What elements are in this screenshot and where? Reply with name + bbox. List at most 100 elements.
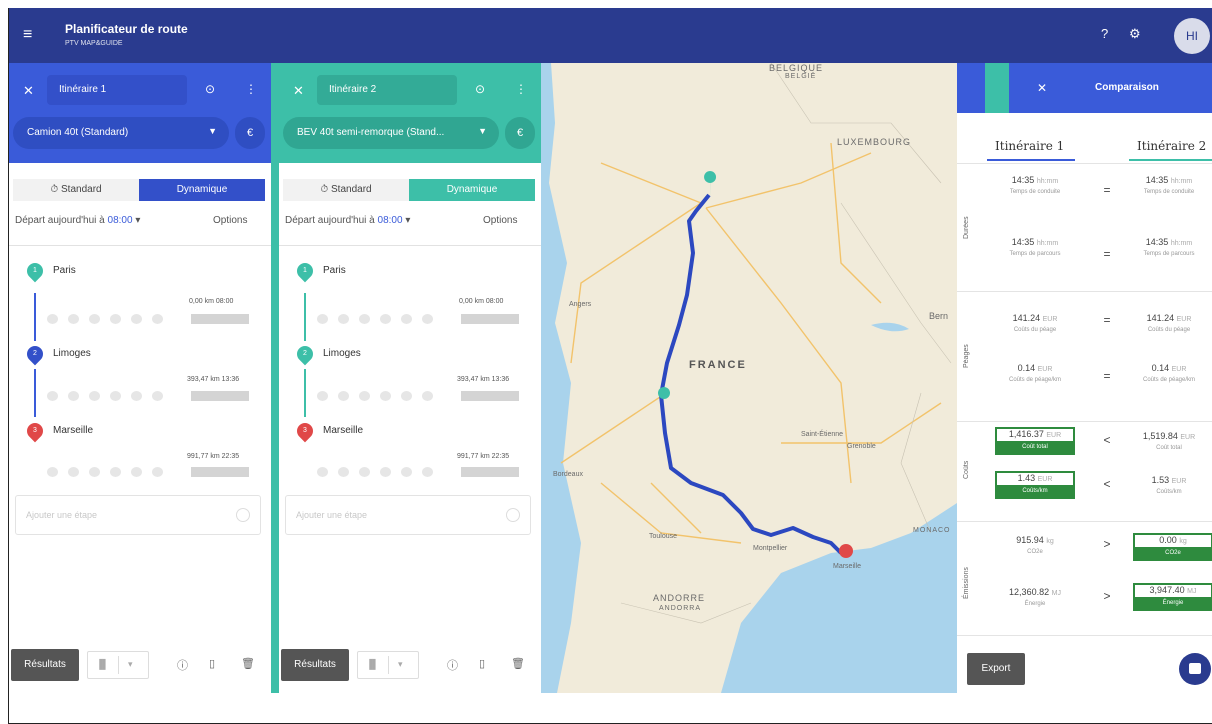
section-label: Émissions xyxy=(963,567,970,599)
column-underline xyxy=(1129,159,1212,161)
chat-icon[interactable] xyxy=(1179,653,1211,685)
mode-standard-button[interactable]: ⏱ Standard xyxy=(13,179,139,201)
close-icon[interactable]: ✕ xyxy=(23,83,34,99)
column-header-route-1: Itinéraire 1 xyxy=(995,139,1065,153)
chart-icon: ▐▌ xyxy=(366,659,379,669)
stop-icons xyxy=(47,314,183,324)
metric-cell: 14:35 hh:mm Temps de conduite xyxy=(1143,175,1195,195)
vehicle-select[interactable]: BEV 40t semi-remorque (Stand... ▼ xyxy=(283,117,499,149)
departure-label: Départ aujourd'hui à xyxy=(285,215,375,226)
route-connector xyxy=(34,369,36,417)
copy-icon[interactable]: ▯ xyxy=(479,657,485,670)
top-bar: ≡ Planificateur de route PTV MAP&GUIDE ?… xyxy=(9,8,1212,63)
menu-icon[interactable]: ≡ xyxy=(23,26,32,44)
route-map[interactable]: BELGIQUE BELGIË LUXEMBOURG FRANCE Bern A… xyxy=(541,63,957,693)
more-icon[interactable]: ⋮ xyxy=(515,82,527,96)
map-label: MONACO xyxy=(913,527,951,534)
comparison-header: ✕ Comparaison xyxy=(957,63,1212,113)
comparison-panel: ✕ Comparaison Itinéraire 1 Itinéraire 2 … xyxy=(957,63,1212,693)
close-icon[interactable]: ✕ xyxy=(293,83,304,99)
chart-dropdown[interactable]: ▐▌ ▾ xyxy=(357,651,419,679)
map-label: BELGIË xyxy=(785,73,817,80)
mode-dynamic-button[interactable]: Dynamique xyxy=(139,179,265,201)
info-icon[interactable]: ⓘ xyxy=(447,657,458,673)
export-button[interactable]: Export xyxy=(967,653,1025,685)
metric-cell-best: 1,416.37 EUR Coût total xyxy=(995,427,1075,455)
section-label: Durées xyxy=(963,216,970,240)
results-button[interactable]: Résultats xyxy=(11,649,79,681)
mode-standard-label: Standard xyxy=(61,184,102,195)
map-label: ANDORRA xyxy=(659,605,702,612)
divider xyxy=(957,635,1212,636)
help-icon[interactable]: ? xyxy=(1101,26,1108,41)
divider xyxy=(9,245,271,246)
locate-icon[interactable] xyxy=(236,508,250,522)
mode-dynamic-button[interactable]: Dynamique xyxy=(409,179,535,201)
euro-button[interactable]: € xyxy=(505,117,535,149)
departure-selector[interactable]: Départ aujourd'hui à 08:00 ▾ xyxy=(285,215,410,226)
close-icon[interactable]: ✕ xyxy=(1037,81,1047,95)
settings-flow-icon[interactable]: ⚙ xyxy=(1129,26,1141,42)
vehicle-select[interactable]: Camion 40t (Standard) ▼ xyxy=(13,117,229,149)
metric-cell: 0.14 EUR Coûts de péage/km xyxy=(1008,363,1062,383)
marker-pin-icon: 2 xyxy=(293,342,317,366)
metric-cell: 14:35 hh:mm Temps de parcours xyxy=(1143,237,1195,257)
stop-meta: 393,47 km 13:36 xyxy=(187,376,240,383)
avatar[interactable]: HI xyxy=(1174,18,1210,54)
stop-icons xyxy=(47,391,183,401)
map-label: BELGIQUE xyxy=(769,63,824,73)
departure-time[interactable]: 08:00 xyxy=(108,215,133,226)
options-link[interactable]: Options xyxy=(483,215,517,226)
stop-city: Limoges xyxy=(323,348,361,359)
target-icon[interactable]: ⊙ xyxy=(475,82,485,96)
marker-pin-icon: 1 xyxy=(23,259,47,283)
metric-cell: 1.53 EUR Coûts/km xyxy=(1151,475,1187,495)
metric-cell-best: 1.43 EUR Coûts/km xyxy=(995,471,1075,499)
delete-icon[interactable]: 🗑 xyxy=(241,657,255,670)
map-label: Bordeaux xyxy=(553,471,583,478)
route-connector xyxy=(304,369,306,417)
app-subtitle: PTV MAP&GUIDE xyxy=(65,40,123,47)
route-name-field[interactable]: Itinéraire 1 xyxy=(47,75,187,105)
compare-operator: < xyxy=(1103,477,1111,491)
options-link[interactable]: Options xyxy=(213,215,247,226)
chart-icon: ▐▌ xyxy=(96,659,109,669)
euro-button[interactable]: € xyxy=(235,117,265,149)
locate-icon[interactable] xyxy=(506,508,520,522)
stop-chip xyxy=(191,391,249,401)
results-button[interactable]: Résultats xyxy=(281,649,349,681)
mode-standard-button[interactable]: ⏱ Standard xyxy=(283,179,409,201)
more-icon[interactable]: ⋮ xyxy=(245,82,257,96)
route-name-field[interactable]: Itinéraire 2 xyxy=(317,75,457,105)
map-label: Bern xyxy=(929,311,949,321)
add-stage-input[interactable]: Ajouter une étape xyxy=(285,495,531,535)
caret-down-icon: ▼ xyxy=(208,126,217,136)
stop-chip xyxy=(191,467,249,477)
chart-dropdown[interactable]: ▐▌ ▾ xyxy=(87,651,149,679)
route-panel-header: ✕ Itinéraire 1 ⊙ ⋮ Camion 40t (Standard)… xyxy=(9,63,271,163)
info-icon[interactable]: ⓘ xyxy=(177,657,188,673)
target-icon[interactable]: ⊙ xyxy=(205,82,215,96)
add-stage-input[interactable]: Ajouter une étape xyxy=(15,495,261,535)
map-label: Grenoble xyxy=(847,443,876,450)
panel-divider[interactable] xyxy=(271,63,279,693)
metric-cell: 0.14 EUR Coûts de péage/km xyxy=(1142,363,1196,383)
metric-cell: 141.24 EUR Coûts du péage xyxy=(1012,313,1058,333)
stop-meta: 991,77 km 22:35 xyxy=(187,453,240,460)
copy-icon[interactable]: ▯ xyxy=(209,657,215,670)
tab-route-2[interactable] xyxy=(985,63,1009,113)
departure-time[interactable]: 08:00 xyxy=(378,215,403,226)
route-connector xyxy=(304,293,306,341)
metric-cell-best: 0.00 kg CO2e xyxy=(1133,533,1212,561)
stop-icons xyxy=(317,391,453,401)
section-tolls xyxy=(957,291,1212,419)
tab-route-1[interactable] xyxy=(957,63,985,113)
marker-pin-icon: 3 xyxy=(23,419,47,443)
map-canvas xyxy=(541,63,957,693)
caret-down-icon: ▼ xyxy=(478,126,487,136)
delete-icon[interactable]: 🗑 xyxy=(511,657,525,670)
mode-standard-label: Standard xyxy=(331,184,372,195)
marker-limoges-icon xyxy=(658,387,670,399)
vehicle-label: Camion 40t (Standard) xyxy=(27,127,129,138)
departure-selector[interactable]: Départ aujourd'hui à 08:00 ▾ xyxy=(15,215,140,226)
